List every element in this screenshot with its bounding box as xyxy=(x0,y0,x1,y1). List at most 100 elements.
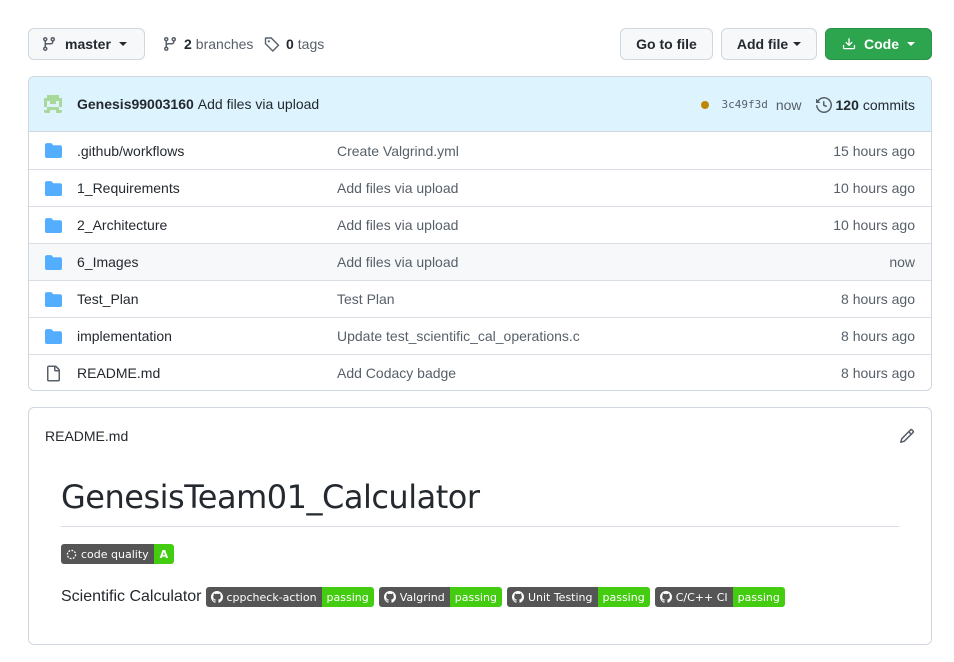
commit-meta: 3c49f3d now 120 commits xyxy=(701,77,915,132)
github-icon xyxy=(210,591,223,603)
latest-commit-bar: Genesis99003160 Add files via upload 3c4… xyxy=(29,77,931,132)
commit-time: now xyxy=(775,96,802,113)
code-button[interactable]: Code xyxy=(825,28,932,60)
ci-badge[interactable]: cppcheck-action passing xyxy=(205,587,374,607)
file-row[interactable]: README.md Add Codacy badge 8 hours ago xyxy=(29,354,931,390)
commits-history-link[interactable]: 120 commits xyxy=(815,96,915,113)
readme-description: Scientific Calculator xyxy=(61,588,202,605)
readme-panel: README.md GenesisTeam01_Calculator code … xyxy=(28,407,932,645)
file-name[interactable]: implementation xyxy=(77,328,172,344)
badge-label: cppcheck-action xyxy=(205,587,322,607)
file-name[interactable]: Test_Plan xyxy=(77,291,138,307)
pencil-icon[interactable] xyxy=(899,428,915,444)
tags-link[interactable]: 0 tags xyxy=(264,28,324,60)
commits-label: commits xyxy=(862,96,915,113)
badge-label-text: Valgrind xyxy=(399,590,445,604)
branch-name: master xyxy=(65,36,111,52)
file-commit-message[interactable]: Update test_scientific_cal_operations.c xyxy=(337,328,580,344)
code-label: Code xyxy=(864,36,899,52)
commit-author[interactable]: Genesis99003160 xyxy=(77,96,194,112)
file-age: 8 hours ago xyxy=(841,365,915,381)
tag-icon xyxy=(264,37,280,52)
file-row[interactable]: 6_Images Add files via upload now xyxy=(29,243,931,280)
chevron-down-icon xyxy=(907,42,915,46)
badge-label-text: code quality xyxy=(81,547,149,561)
file-name[interactable]: 1_Requirements xyxy=(77,180,180,196)
git-branch-icon xyxy=(42,37,55,52)
avatar[interactable] xyxy=(41,92,65,116)
file-name[interactable]: 6_Images xyxy=(77,254,138,270)
file-commit-message[interactable]: Create Valgrind.yml xyxy=(337,143,459,159)
file-age: 15 hours ago xyxy=(833,142,915,159)
folder-icon xyxy=(45,181,62,196)
badge-value: passing xyxy=(449,587,502,607)
github-icon xyxy=(511,591,524,603)
file-age: now xyxy=(889,254,915,270)
badge-label: code quality xyxy=(61,544,154,564)
file-commit-message[interactable]: Add files via upload xyxy=(337,217,458,233)
file-list: .github/workflows Create Valgrind.yml 15… xyxy=(29,132,931,390)
branches-link[interactable]: 2 branches xyxy=(162,28,253,60)
chevron-down-icon xyxy=(793,42,802,46)
file-commit-message[interactable]: Add files via upload xyxy=(337,254,458,270)
folder-icon xyxy=(45,292,62,307)
ci-badge[interactable]: Unit Testing passing xyxy=(506,587,650,607)
folder-icon xyxy=(45,143,62,158)
readme-filename[interactable]: README.md xyxy=(45,428,128,444)
file-age: 10 hours ago xyxy=(833,180,915,196)
tags-label: tags xyxy=(297,36,325,52)
file-name[interactable]: .github/workflows xyxy=(77,143,184,159)
file-commit-message[interactable]: Add files via upload xyxy=(337,180,458,196)
file-row[interactable]: Test_Plan Test Plan 8 hours ago xyxy=(29,280,931,317)
file-browser: Genesis99003160 Add files via upload 3c4… xyxy=(28,76,932,391)
badge-label: Valgrind xyxy=(378,587,450,607)
file-name[interactable]: README.md xyxy=(77,365,160,381)
download-icon xyxy=(842,38,856,50)
file-row[interactable]: implementation Update test_scientific_ca… xyxy=(29,317,931,354)
tags-count: 0 xyxy=(286,36,294,52)
branch-select-button[interactable]: master xyxy=(28,28,145,60)
folder-icon xyxy=(45,329,62,344)
folder-icon xyxy=(45,255,62,270)
git-branch-icon xyxy=(163,37,176,52)
ci-badge[interactable]: Valgrind passing xyxy=(378,587,502,607)
branches-count: 2 xyxy=(184,36,192,52)
badge-label-text: cppcheck-action xyxy=(226,590,317,604)
add-file-button[interactable]: Add file xyxy=(721,28,817,60)
readme-title: GenesisTeam01_Calculator xyxy=(61,478,899,527)
commit-count: 120 xyxy=(835,96,859,113)
branches-label: branches xyxy=(195,36,254,52)
file-row[interactable]: 1_Requirements Add files via upload 10 h… xyxy=(29,169,931,206)
file-row[interactable]: .github/workflows Create Valgrind.yml 15… xyxy=(29,132,931,169)
badge-label-text: C/C++ CI xyxy=(675,590,728,604)
file-name[interactable]: 2_Architecture xyxy=(77,217,167,233)
file-age: 8 hours ago xyxy=(841,291,915,307)
badge-label: Unit Testing xyxy=(506,587,598,607)
go-to-file-button[interactable]: Go to file xyxy=(620,28,713,60)
folder-icon xyxy=(45,218,62,233)
status-pending-icon[interactable] xyxy=(701,100,710,109)
description-row: Scientific Calculator cppcheck-action pa… xyxy=(61,586,785,608)
badge-label: C/C++ CI xyxy=(654,587,733,607)
github-icon xyxy=(659,591,672,603)
file-age: 10 hours ago xyxy=(833,217,915,233)
file-icon xyxy=(47,365,60,382)
commit-sha[interactable]: 3c49f3d xyxy=(721,98,767,111)
ci-badges: cppcheck-action passing Valgrind passing… xyxy=(205,587,785,607)
file-commit-message[interactable]: Add Codacy badge xyxy=(337,365,456,381)
badge-value: passing xyxy=(732,587,785,607)
chevron-down-icon xyxy=(118,42,127,46)
badge-value: passing xyxy=(597,587,650,607)
ci-badge[interactable]: C/C++ CI passing xyxy=(654,587,785,607)
file-row[interactable]: 2_Architecture Add files via upload 10 h… xyxy=(29,206,931,243)
repo-toolbar: master 2 branches 0 tags Go to file Add … xyxy=(28,28,932,61)
badge-label-text: Unit Testing xyxy=(527,590,593,604)
file-commit-message[interactable]: Test Plan xyxy=(337,291,395,307)
badge-value: A xyxy=(153,544,175,564)
commit-message[interactable]: Add files via upload xyxy=(198,96,319,112)
code-quality-badge[interactable]: code quality A xyxy=(61,544,175,564)
codacy-icon xyxy=(66,549,77,559)
file-age: 8 hours ago xyxy=(841,328,915,344)
badge-value: passing xyxy=(321,587,374,607)
add-file-label: Add file xyxy=(736,36,789,52)
